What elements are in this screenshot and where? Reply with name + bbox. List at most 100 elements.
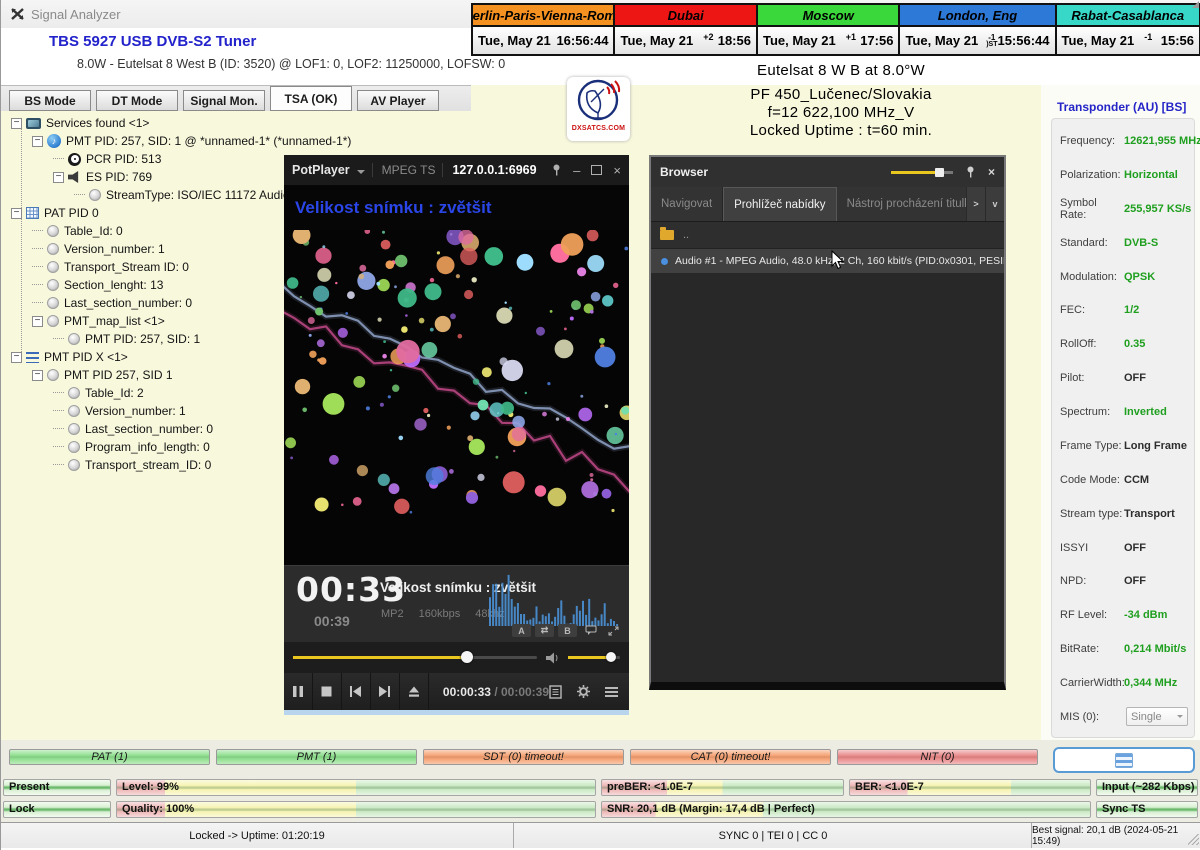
bubble-dot — [395, 255, 407, 267]
bubble-dot — [317, 339, 325, 347]
close-icon[interactable]: × — [988, 165, 995, 179]
volume-bar[interactable] — [568, 656, 620, 659]
bubble-dot — [300, 296, 302, 298]
tree-expander-icon[interactable]: − — [11, 118, 22, 129]
gear-icon[interactable] — [576, 684, 591, 699]
playlist-icon[interactable] — [549, 685, 563, 699]
tree-expander-icon[interactable]: − — [32, 136, 43, 147]
hamburger-menu-icon[interactable] — [604, 686, 619, 698]
bubble-dot — [423, 408, 428, 413]
seek-thumb[interactable] — [461, 651, 473, 663]
browser-tab-navigovat[interactable]: Navigovat — [651, 187, 723, 221]
clock-cell-london-eng: Tue, May 21-1)ST15:56:44 — [900, 27, 1056, 54]
close-button[interactable]: × — [613, 163, 621, 178]
tab-av-player[interactable]: AV Player — [357, 90, 439, 111]
tree-item-pmt-pid-257-sid-1[interactable]: PMT PID: 257, SID: 1 — [9, 330, 283, 348]
tree-expander-icon[interactable]: − — [53, 172, 64, 183]
stop-button[interactable] — [313, 673, 342, 710]
fullscreen-expand-icon[interactable] — [604, 624, 623, 637]
browser-tab-n-stroj-proch-zen-titulk[interactable]: Nástroj procházení titulků — [837, 187, 966, 221]
seek-progress — [293, 656, 464, 659]
previous-button[interactable] — [342, 673, 371, 710]
tree-item-streamtype-iso-iec-11172[interactable]: StreamType: ISO/IEC 11172 Audio (MPEG-1)… — [9, 186, 283, 204]
tree-item-table-id-0[interactable]: Table_Id: 0 — [9, 222, 283, 240]
tab-scroll-right-button[interactable]: > — [966, 187, 985, 221]
bubble-dot — [405, 314, 408, 317]
tree-connector — [32, 266, 43, 268]
stream-format: MPEG TS — [372, 163, 436, 177]
mis-dropdown[interactable]: Single — [1126, 707, 1188, 726]
tree-expander-icon[interactable]: − — [11, 352, 22, 363]
minimize-button[interactable]: – — [573, 163, 580, 178]
volume-thumb[interactable] — [606, 652, 616, 662]
potplayer-menu[interactable]: PotPlayer — [292, 163, 350, 177]
tree-item-pat-pid-0[interactable]: −PAT PID 0 — [9, 204, 283, 222]
resize-grip[interactable] — [1188, 834, 1199, 845]
clock-city-moscow: Moscow — [758, 5, 900, 27]
bubble-dot — [317, 268, 331, 282]
tree-item-last-section-number-0[interactable]: Last_section_number: 0 — [9, 294, 283, 312]
parent-directory[interactable]: .. — [683, 229, 689, 241]
next-button[interactable] — [371, 673, 400, 710]
bubble-dot — [359, 265, 366, 272]
tree-item-pcr-pid-513[interactable]: PCR PID: 513 — [9, 150, 283, 168]
clock-cell-dubai: Tue, May 21+218:56 — [615, 27, 757, 54]
tree-item-last-section-number-0[interactable]: Last_section_number: 0 — [9, 420, 283, 438]
bubble-dot — [422, 342, 438, 358]
potplayer-title-bar[interactable]: PotPlayer MPEG TS 127.0.0.1:6969 – × — [284, 155, 629, 185]
tab-list-button[interactable]: v — [985, 187, 1004, 221]
bubble-dot — [425, 283, 442, 300]
tree-item-pmt-pid-257-sid-1[interactable]: −PMT PID 257, SID 1 — [9, 366, 283, 384]
ab-repeat-b-button[interactable]: B — [558, 624, 577, 637]
tree-item-services-found-1[interactable]: −Services found <1> — [9, 114, 283, 132]
tree-item-pmt-map-list-1[interactable]: −PMT_map_list <1> — [9, 312, 283, 330]
meter-snr-20-1-db-margin: SNR: 20,1 dB (Margin: 17,4 dB | Perfect) — [601, 801, 1091, 818]
maximize-button[interactable] — [591, 165, 602, 175]
bubble-dot — [398, 288, 417, 307]
bubble-dot — [460, 248, 477, 265]
browser-title-bar[interactable]: Browser × — [651, 157, 1004, 187]
transponder-row-carrierwidth: CarrierWidth:0,344 MHz — [1060, 673, 1192, 693]
record-save-button[interactable] — [1053, 747, 1195, 773]
pin-icon[interactable] — [965, 166, 976, 178]
tree-item-es-pid-769[interactable]: −ES PID: 769 — [9, 168, 283, 186]
tab-tsa-ok[interactable]: TSA (OK) — [270, 86, 352, 111]
browser-tab-prohl-e-nab-dky[interactable]: Prohlížeč nabídky — [723, 187, 836, 221]
opacity-thumb[interactable] — [935, 168, 944, 177]
opacity-slider[interactable] — [891, 171, 953, 174]
tree-item-pmt-pid-x-1[interactable]: −PMT PID X <1> — [9, 348, 283, 366]
tree-item-program-info-length-0[interactable]: Program_info_length: 0 — [9, 438, 283, 456]
tab-bs-mode[interactable]: BS Mode — [9, 90, 91, 111]
tree-item-table-id-2[interactable]: Table_Id: 2 — [9, 384, 283, 402]
browser-list-item[interactable]: Audio #1 - MPEG Audio, 48.0 kHz, 2 Ch, 1… — [651, 249, 1004, 273]
pause-button[interactable] — [284, 673, 313, 710]
tree-expander-icon[interactable]: − — [11, 208, 22, 219]
eject-button[interactable] — [400, 673, 429, 710]
video-area[interactable] — [284, 230, 629, 565]
tree-item-transport-stream-id-0[interactable]: Transport_stream_ID: 0 — [9, 456, 283, 474]
ab-repeat-a-button[interactable]: A — [512, 624, 531, 637]
transponder-row-frequency: Frequency:12621,955 MHz — [1060, 131, 1192, 151]
pin-icon[interactable] — [551, 164, 562, 176]
shuffle-icon[interactable]: ⇄ — [535, 624, 554, 637]
seek-bar[interactable] — [293, 656, 537, 659]
tree-item-version-number-1[interactable]: Version_number: 1 — [9, 402, 283, 420]
tree-item-transport-stream-id-0[interactable]: Transport_Stream ID: 0 — [9, 258, 283, 276]
bubble-dot — [473, 379, 479, 385]
browser-path-row[interactable]: .. — [651, 222, 1004, 249]
bubble-dot — [329, 455, 339, 465]
subtitle-bubble-icon[interactable] — [581, 624, 600, 637]
transponder-label: BitRate: — [1060, 643, 1124, 655]
tree-item-pmt-pid-257-sid-1-un[interactable]: −♪PMT PID: 257, SID: 1 @ *unnamed-1* (*u… — [9, 132, 283, 150]
tab-signal-mon[interactable]: Signal Mon. — [183, 90, 265, 111]
transponder-value: Long Frame — [1124, 440, 1187, 452]
sphere-icon — [89, 189, 101, 201]
app-icon — [10, 6, 26, 22]
bubble-dot — [602, 295, 613, 306]
volume-icon[interactable] — [546, 652, 559, 664]
tree-item-version-number-1[interactable]: Version_number: 1 — [9, 240, 283, 258]
tree-item-section-lenght-13[interactable]: Section_lenght: 13 — [9, 276, 283, 294]
tree-expander-icon[interactable]: − — [32, 316, 43, 327]
tab-dt-mode[interactable]: DT Mode — [96, 90, 178, 111]
tree-expander-icon[interactable]: − — [32, 370, 43, 381]
